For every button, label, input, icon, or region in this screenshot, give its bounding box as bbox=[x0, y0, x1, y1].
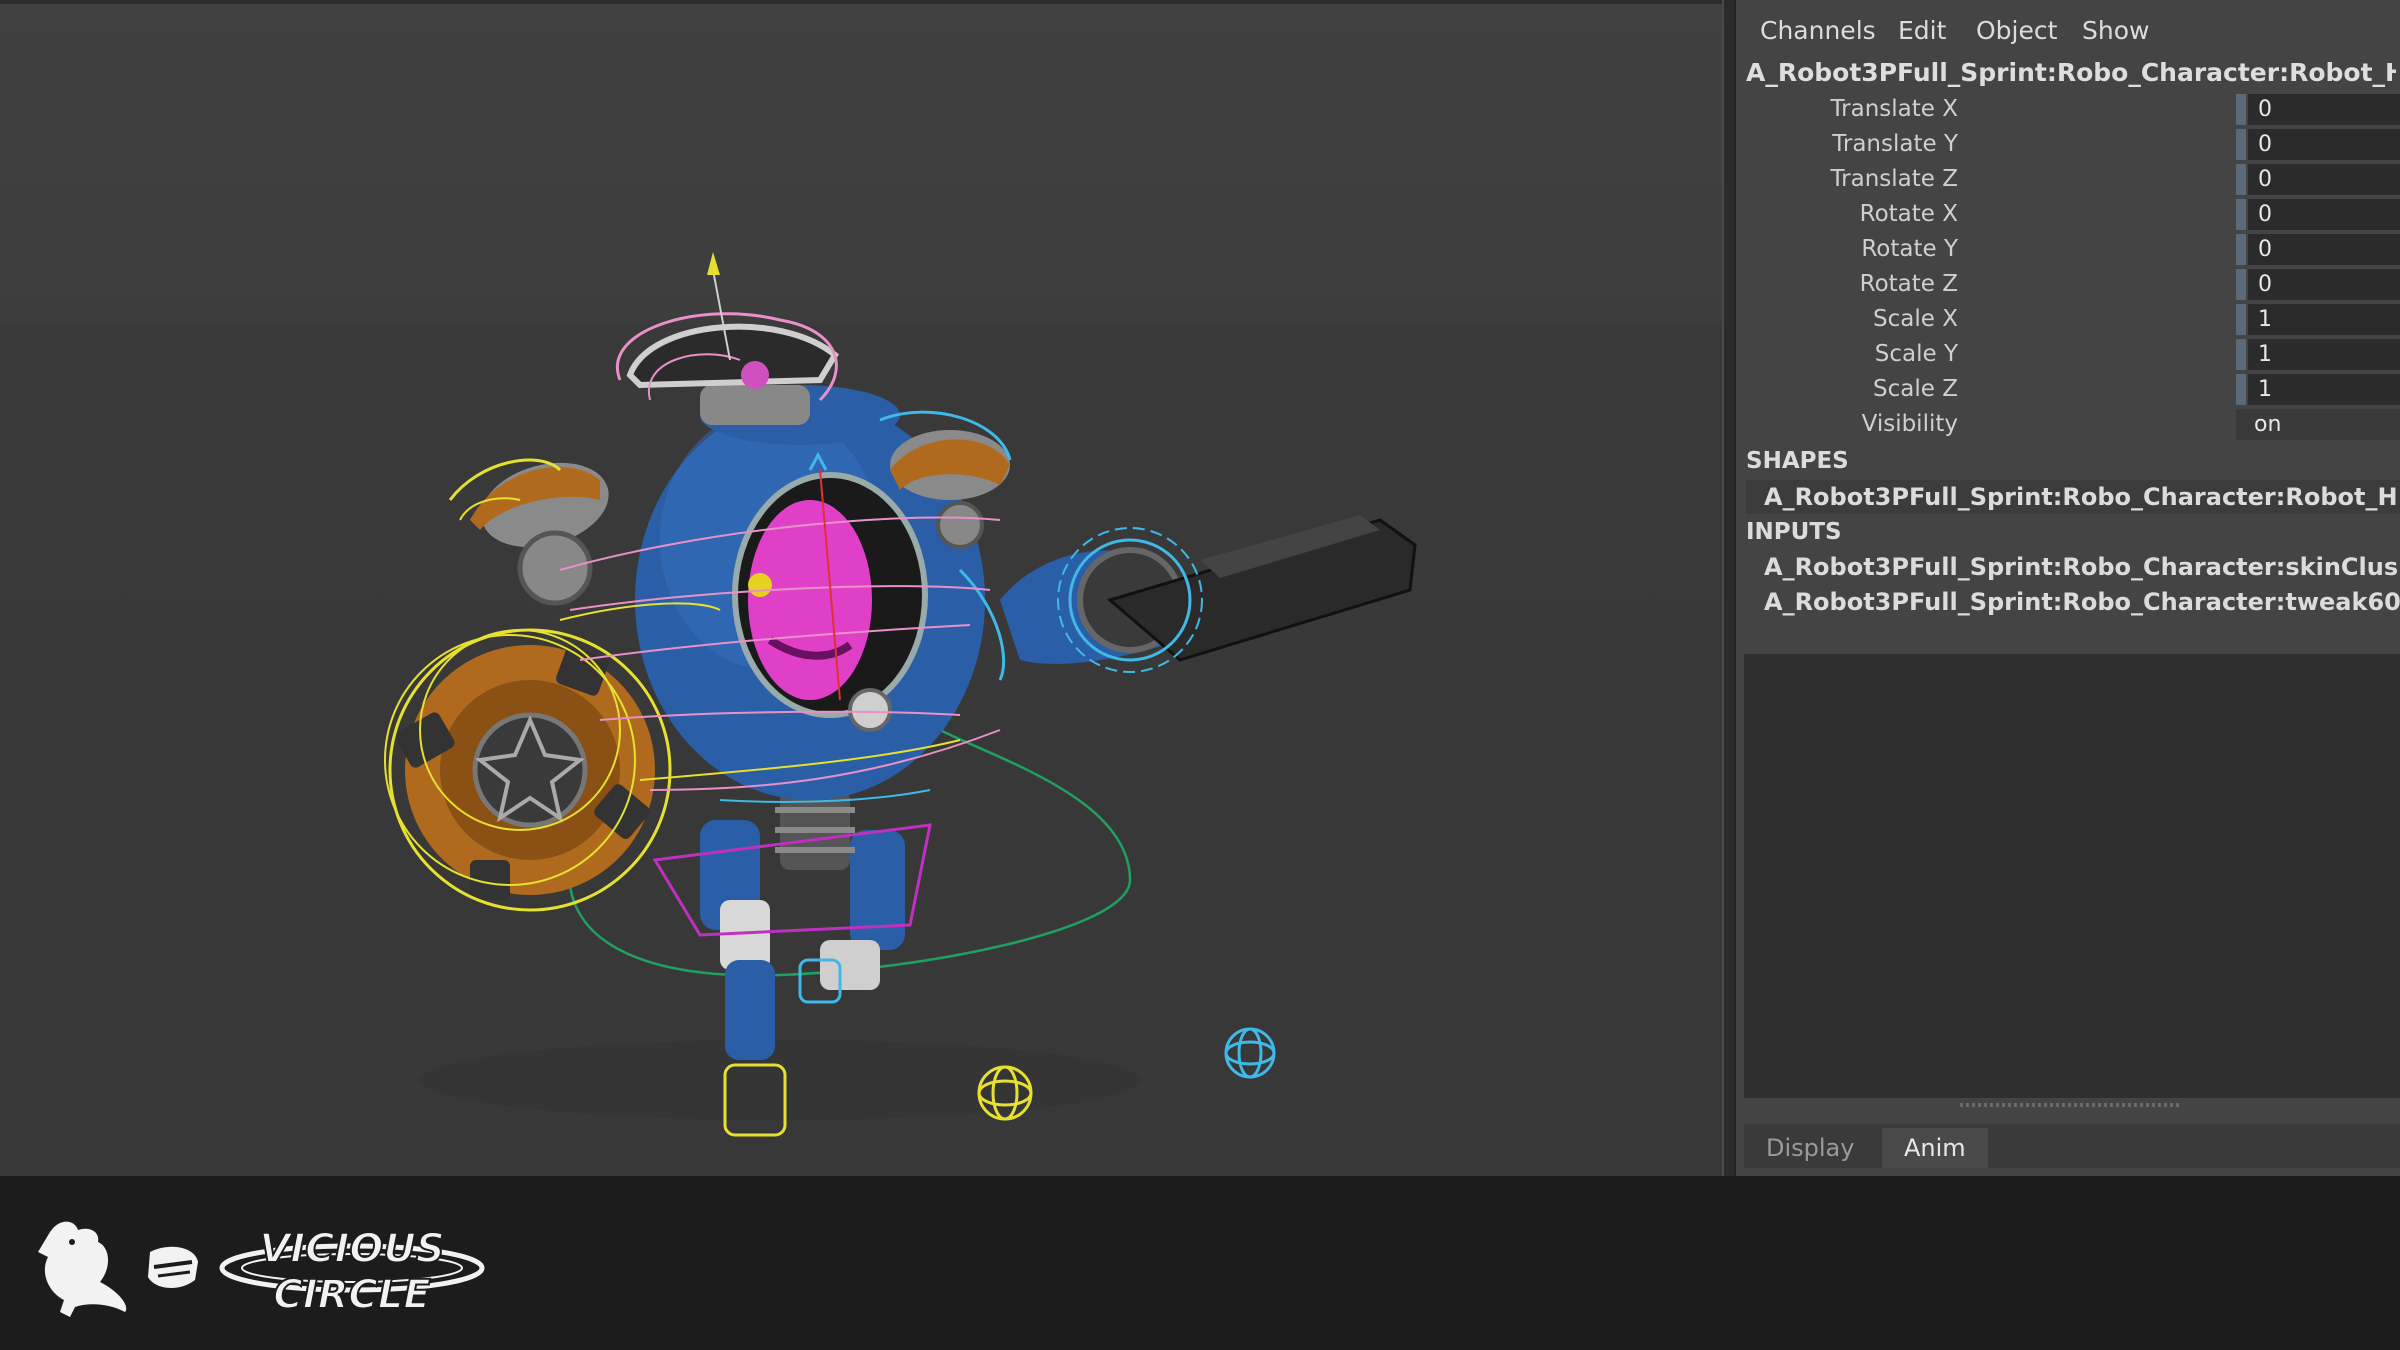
attr-label[interactable]: Translate Z bbox=[1831, 166, 1959, 192]
shape-node-item[interactable]: A_Robot3PFull_Sprint:Robo_Character:Robo… bbox=[1746, 480, 2400, 514]
layer-editor-area[interactable] bbox=[1744, 654, 2400, 1098]
video-banner: VICIOUS CIRCLE bbox=[0, 1176, 2400, 1350]
channel-box-panel: Channels Edit Object Show A_Robot3PFull_… bbox=[1736, 0, 2400, 1176]
menu-object[interactable]: Object bbox=[1976, 16, 2057, 45]
attr-label[interactable]: Translate X bbox=[1831, 96, 1959, 122]
selected-node-name[interactable]: A_Robot3PFull_Sprint:Robo_Character:Robo… bbox=[1746, 58, 2396, 87]
attr-label[interactable]: Scale X bbox=[1873, 306, 1958, 332]
scale-x-field[interactable] bbox=[2248, 304, 2400, 335]
attr-rotate-x[interactable]: Rotate X bbox=[1736, 197, 2400, 231]
robot-character-render[interactable] bbox=[0, 0, 1722, 1176]
rotate-x-field[interactable] bbox=[2248, 199, 2400, 230]
attr-marker bbox=[2236, 234, 2246, 265]
attr-scale-x[interactable]: Scale X bbox=[1736, 302, 2400, 336]
attr-label[interactable]: Rotate X bbox=[1860, 201, 1958, 227]
attr-translate-y[interactable]: Translate Y bbox=[1736, 127, 2400, 161]
menu-edit[interactable]: Edit bbox=[1898, 16, 1946, 45]
rotate-z-field[interactable] bbox=[2248, 269, 2400, 300]
attr-label[interactable]: Rotate Y bbox=[1861, 236, 1958, 262]
input-node-item[interactable]: A_Robot3PFull_Sprint:Robo_Character:skin… bbox=[1746, 550, 2400, 584]
tab-display[interactable]: Display bbox=[1744, 1128, 1876, 1168]
attr-marker bbox=[2236, 339, 2246, 370]
rotate-y-field[interactable] bbox=[2248, 234, 2400, 265]
attr-translate-x[interactable]: Translate X bbox=[1736, 92, 2400, 126]
menu-channels[interactable]: Channels bbox=[1760, 16, 1876, 45]
attr-label[interactable]: Visibility bbox=[1862, 411, 1958, 437]
scale-y-field[interactable] bbox=[2248, 339, 2400, 370]
attr-marker bbox=[2236, 129, 2246, 160]
vicious-circle-logo: VICIOUS CIRCLE bbox=[219, 1225, 485, 1319]
channel-box-menubar: Channels Edit Object Show bbox=[1736, 0, 2400, 60]
circle-logo-text: CIRCLE bbox=[273, 1272, 430, 1318]
tab-anim[interactable]: Anim bbox=[1882, 1128, 1988, 1168]
attr-visibility[interactable]: Visibility bbox=[1736, 407, 2400, 441]
translate-y-field[interactable] bbox=[2248, 129, 2400, 160]
attr-scale-y[interactable]: Scale Y bbox=[1736, 337, 2400, 371]
attr-marker bbox=[2236, 374, 2246, 405]
layer-tabs: Display Anim bbox=[1744, 1124, 2400, 1168]
attr-marker bbox=[2236, 94, 2246, 125]
attr-marker bbox=[2236, 164, 2246, 195]
shapes-header: SHAPES bbox=[1746, 448, 1849, 474]
rooster-teeth-logo-icon bbox=[38, 1221, 198, 1317]
attr-marker bbox=[2236, 199, 2246, 230]
attr-rotate-z[interactable]: Rotate Z bbox=[1736, 267, 2400, 301]
viewport-3d[interactable] bbox=[0, 0, 1722, 1176]
attr-scale-z[interactable]: Scale Z bbox=[1736, 372, 2400, 406]
attr-label[interactable]: Rotate Z bbox=[1860, 271, 1958, 297]
visibility-field[interactable] bbox=[2236, 409, 2400, 440]
scale-z-field[interactable] bbox=[2248, 374, 2400, 405]
translate-z-field[interactable] bbox=[2248, 164, 2400, 195]
attr-marker bbox=[2236, 269, 2246, 300]
translate-x-field[interactable] bbox=[2248, 94, 2400, 125]
attr-translate-z[interactable]: Translate Z bbox=[1736, 162, 2400, 196]
input-node-item[interactable]: A_Robot3PFull_Sprint:Robo_Character:twea… bbox=[1746, 585, 2400, 619]
inputs-header: INPUTS bbox=[1746, 519, 1842, 545]
panel-splitter[interactable] bbox=[1722, 0, 1736, 1176]
attr-label[interactable]: Scale Z bbox=[1873, 376, 1958, 402]
attr-label[interactable]: Translate Y bbox=[1832, 131, 1958, 157]
resize-grip[interactable] bbox=[1960, 1103, 2180, 1107]
attr-rotate-y[interactable]: Rotate Y bbox=[1736, 232, 2400, 266]
attr-marker bbox=[2236, 304, 2246, 335]
menu-show[interactable]: Show bbox=[2082, 16, 2149, 45]
attr-label[interactable]: Scale Y bbox=[1875, 341, 1958, 367]
vicious-logo-text: VICIOUS bbox=[259, 1226, 444, 1272]
